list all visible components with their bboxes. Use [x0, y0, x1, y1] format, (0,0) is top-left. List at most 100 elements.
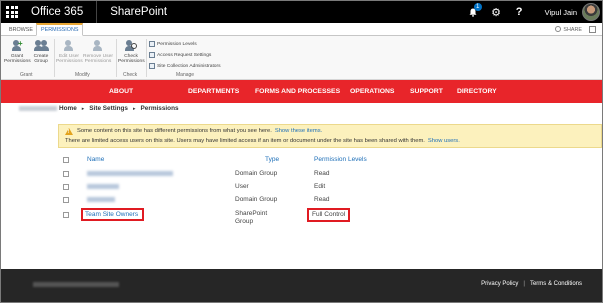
status-line-2-text: There are limited access users on this s… — [65, 138, 425, 144]
nav-item-directory[interactable]: DIRECTORY — [457, 80, 497, 103]
select-all-checkbox[interactable] — [63, 157, 69, 163]
show-these-items-link[interactable]: Show these items. — [275, 128, 322, 134]
row-name-redacted[interactable] — [87, 184, 119, 191]
column-header-type[interactable]: Type — [265, 156, 279, 163]
privacy-policy-link[interactable]: Privacy Policy — [481, 281, 518, 287]
site-collection-admins-icon — [149, 63, 155, 69]
remove-user-icon — [91, 39, 105, 52]
group-label-manage: Manage — [176, 72, 195, 78]
share-icon — [555, 26, 562, 32]
show-users-link[interactable]: Show users. — [428, 138, 460, 144]
notification-count-badge: 1 — [473, 3, 482, 11]
warning-icon — [65, 128, 73, 135]
grant-permissions-button[interactable]: + Grant Permissions — [4, 39, 31, 65]
nav-item-operations[interactable]: OPERATIONS — [350, 80, 394, 103]
permission-levels-icon — [149, 41, 155, 47]
nav-item-support[interactable]: SUPPORT — [410, 80, 443, 103]
permissions-ribbon: + Grant Permissions Create Group Edit Us… — [1, 36, 602, 80]
settings-button[interactable]: ⚙ — [485, 1, 508, 23]
tab-permissions[interactable]: PERMISSIONS — [36, 23, 84, 36]
status-message: Some content on this site has different … — [58, 124, 602, 148]
row-name-redacted[interactable] — [87, 171, 173, 178]
create-group-button[interactable]: Create Group — [30, 39, 52, 65]
permission-levels-label: Permission Levels — [157, 41, 197, 47]
site-collection-admins-button[interactable]: Site Collection Administrators — [149, 63, 221, 69]
group-label-check: Check — [123, 72, 138, 78]
create-group-icon — [34, 39, 49, 52]
sharepoint-brand[interactable]: SharePoint — [97, 1, 167, 23]
ribbon-separator — [146, 39, 147, 77]
page-footer: Privacy Policy | Terms & Conditions — [1, 269, 602, 302]
status-line-2: There are limited access users on this s… — [65, 138, 460, 144]
nav-item-departments[interactable]: DEPARTMENTS — [188, 80, 239, 103]
row-type-line-2: Group — [235, 218, 254, 225]
redacted-site-name — [19, 106, 57, 111]
highlight-box-name — [81, 208, 144, 221]
edit-user-label-2: Permissions — [56, 59, 83, 65]
check-permissions-button[interactable]: Check Permissions — [118, 39, 145, 65]
app-launcher-icon[interactable] — [1, 1, 23, 23]
help-icon: ? — [515, 6, 523, 18]
gear-icon: ⚙ — [491, 6, 502, 19]
notifications-button[interactable]: 1 — [462, 1, 485, 23]
row-checkbox[interactable] — [63, 184, 69, 190]
row-type-line-1: SharePoint — [235, 210, 268, 217]
share-button[interactable]: SHARE — [555, 26, 582, 33]
remove-user-permissions-button[interactable]: Remove User Permissions — [82, 39, 114, 65]
remove-user-label-2: Permissions — [84, 59, 112, 65]
nav-item-forms-and-processes[interactable]: FORMS AND PROCESSES — [255, 80, 340, 103]
tab-browse[interactable]: BROWSE — [5, 24, 37, 36]
row-type: User — [235, 183, 249, 190]
edit-user-icon — [62, 39, 76, 52]
breadcrumb-site-settings[interactable]: Site Settings — [89, 105, 128, 112]
edit-user-permissions-button[interactable]: Edit User Permissions — [56, 39, 83, 65]
ribbon-tab-bar: BROWSE PERMISSIONS SHARE — [1, 23, 602, 36]
row-type: SharePoint Group — [235, 210, 267, 226]
row-type: Domain Group — [235, 170, 278, 177]
row-permission-level: Read — [314, 170, 330, 177]
access-request-label: Access Request Settings — [157, 52, 212, 58]
footer-links: Privacy Policy | Terms & Conditions — [481, 281, 582, 287]
row-checkbox[interactable] — [63, 197, 69, 203]
ribbon-separator — [116, 39, 117, 77]
office365-brand[interactable]: Office 365 — [23, 1, 98, 23]
focus-content-icon[interactable] — [589, 26, 596, 33]
column-header-name[interactable]: Name — [87, 156, 104, 163]
table-row: Domain Group Read — [61, 195, 401, 207]
highlight-box-permission — [307, 208, 350, 222]
top-navigation: ABOUT DEPARTMENTS FORMS AND PROCESSES OP… — [1, 80, 602, 103]
avatar[interactable] — [582, 3, 600, 21]
footer-separator: | — [523, 281, 525, 287]
permission-levels-button[interactable]: Permission Levels — [149, 41, 197, 47]
grant-permissions-label-2: Permissions — [4, 59, 31, 65]
table-row: Domain Group Read — [61, 169, 401, 181]
access-request-settings-button[interactable]: Access Request Settings — [149, 52, 211, 58]
create-group-label-2: Group — [34, 59, 48, 65]
row-checkbox[interactable] — [63, 212, 69, 218]
row-checkbox[interactable] — [63, 171, 69, 177]
breadcrumb-home[interactable]: Home — [59, 105, 77, 112]
status-line-1: Some content on this site has different … — [77, 128, 322, 134]
suite-right-controls: 1 ⚙ ? Vipul Jain — [462, 1, 602, 23]
breadcrumb-separator-icon: ▸ — [81, 105, 85, 112]
column-header-permission-levels[interactable]: Permission Levels — [314, 156, 367, 163]
ribbon-separator — [54, 39, 55, 77]
sharepoint-page: Office 365 SharePoint 1 ⚙ ? Vipul Jain B… — [0, 0, 603, 303]
terms-and-conditions-link[interactable]: Terms & Conditions — [530, 281, 582, 287]
breadcrumb-permissions: Permissions — [140, 105, 179, 112]
redacted-copyright — [33, 282, 119, 287]
user-name[interactable]: Vipul Jain — [531, 8, 582, 17]
table-row: User Edit — [61, 182, 401, 194]
access-request-icon — [149, 52, 155, 58]
row-permission-level: Edit — [314, 183, 326, 190]
breadcrumb-separator-icon: ▸ — [133, 105, 136, 112]
group-label-modify: Modify — [75, 72, 90, 78]
group-label-grant: Grant — [20, 72, 33, 78]
help-button[interactable]: ? — [508, 1, 531, 23]
check-permissions-icon — [124, 39, 138, 52]
row-name-redacted[interactable] — [87, 197, 115, 204]
grant-permissions-icon: + — [10, 39, 24, 52]
nav-item-about[interactable]: ABOUT — [109, 80, 133, 103]
site-collection-admins-label: Site Collection Administrators — [157, 63, 221, 69]
suite-bar: Office 365 SharePoint 1 ⚙ ? Vipul Jain — [1, 1, 602, 23]
